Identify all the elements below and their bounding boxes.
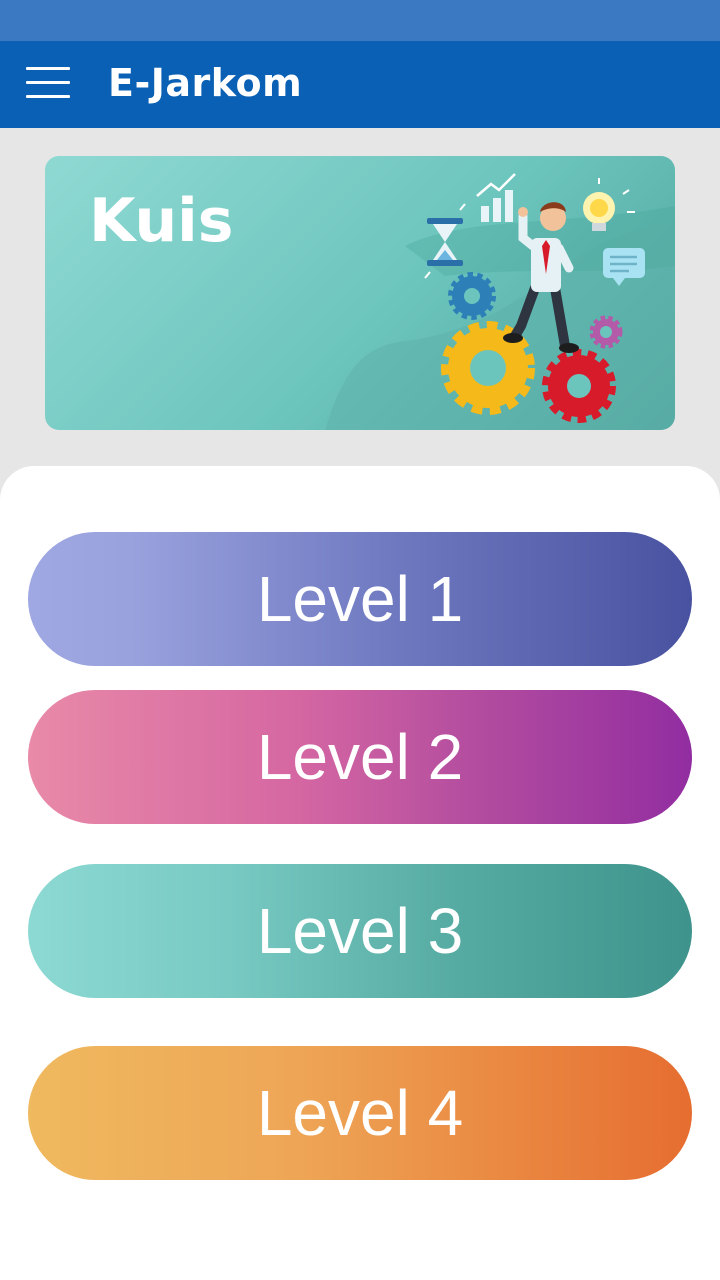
- level-2-button[interactable]: Level 2: [28, 690, 692, 824]
- blue-gear-icon: [448, 272, 496, 320]
- app-bar: E-Jarkom: [0, 41, 720, 128]
- red-gear-icon: [542, 349, 616, 423]
- app-title: E-Jarkom: [108, 61, 303, 105]
- level-3-button[interactable]: Level 3: [28, 864, 692, 998]
- menu-line: [26, 81, 70, 84]
- quiz-banner: Kuis: [45, 156, 675, 430]
- chart-icon: [476, 173, 516, 222]
- level-4-button[interactable]: Level 4: [28, 1046, 692, 1180]
- hamburger-menu-icon[interactable]: [26, 67, 70, 101]
- pink-gear-icon: [589, 315, 623, 349]
- menu-line: [26, 95, 70, 98]
- status-bar: [0, 0, 720, 41]
- menu-line: [26, 67, 70, 70]
- banner-title: Kuis: [89, 186, 234, 256]
- level-1-button[interactable]: Level 1: [28, 532, 692, 666]
